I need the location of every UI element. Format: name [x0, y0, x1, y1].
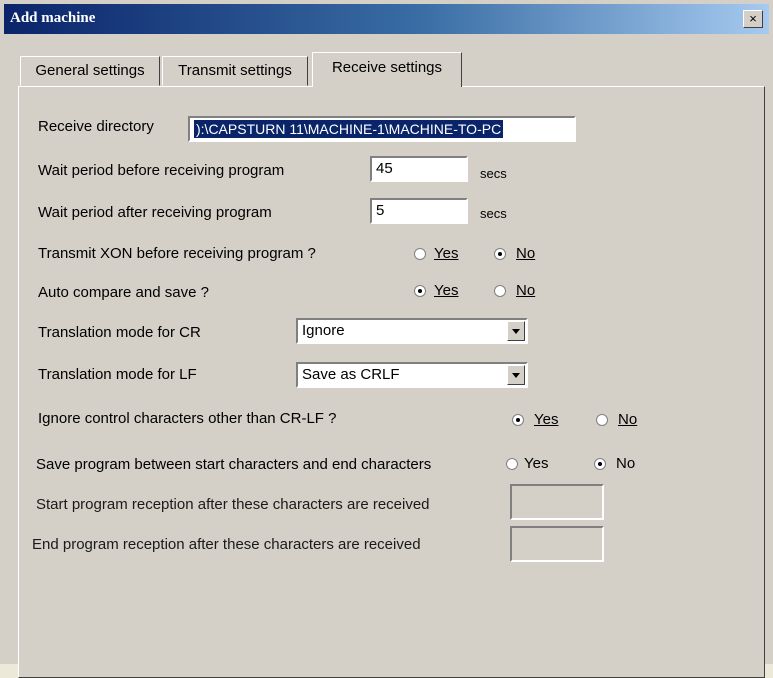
wait-before-input[interactable]: 45 — [370, 156, 468, 182]
save-between-yes-label[interactable]: Yes — [524, 455, 548, 472]
add-machine-dialog: Add machine × General settings Transmit … — [0, 0, 773, 678]
save-between-no-label[interactable]: No — [616, 455, 635, 472]
auto-compare-yes-label[interactable]: Yes — [434, 282, 458, 299]
wait-before-unit: secs — [480, 166, 507, 181]
auto-compare-no-radio[interactable] — [494, 285, 506, 297]
wait-after-label: Wait period after receiving program — [38, 204, 272, 221]
wait-after-unit: secs — [480, 206, 507, 221]
save-between-label: Save program between start characters an… — [36, 456, 432, 473]
end-characters-input[interactable] — [510, 526, 604, 562]
save-between-yes-radio[interactable] — [506, 458, 518, 470]
ignore-control-label: Ignore control characters other than CR-… — [38, 410, 337, 427]
ignore-control-yes-label[interactable]: Yes — [534, 411, 558, 428]
save-between-no-radio[interactable] — [594, 458, 606, 470]
end-characters-label: End program reception after these charac… — [32, 536, 421, 553]
xon-no-label[interactable]: No — [516, 245, 535, 262]
start-characters-label: Start program reception after these char… — [36, 496, 430, 513]
cr-translation-select[interactable]: Ignore — [296, 318, 528, 344]
auto-compare-no-label[interactable]: No — [516, 282, 535, 299]
xon-label: Transmit XON before receiving program ? — [38, 245, 316, 262]
ignore-control-no-label[interactable]: No — [618, 411, 637, 428]
cr-translation-label: Translation mode for CR — [38, 324, 201, 341]
start-characters-input[interactable] — [510, 484, 604, 520]
receive-directory-label: Receive directory — [38, 118, 154, 135]
cr-translation-value: Ignore — [302, 322, 345, 339]
lf-translation-label: Translation mode for LF — [38, 366, 197, 383]
chevron-down-icon[interactable] — [507, 365, 525, 385]
lf-translation-select[interactable]: Save as CRLF — [296, 362, 528, 388]
chevron-down-icon[interactable] — [507, 321, 525, 341]
auto-compare-label: Auto compare and save ? — [38, 284, 209, 301]
xon-yes-radio[interactable] — [414, 248, 426, 260]
wait-before-label: Wait period before receiving program — [38, 162, 285, 179]
receive-directory-value: ):\CAPSTURN 11\MACHINE-1\MACHINE-TO-PC — [194, 120, 504, 138]
ignore-control-yes-radio[interactable] — [512, 414, 524, 426]
lf-translation-value: Save as CRLF — [302, 366, 400, 383]
xon-no-radio[interactable] — [494, 248, 506, 260]
ignore-control-no-radio[interactable] — [596, 414, 608, 426]
xon-yes-label[interactable]: Yes — [434, 245, 458, 262]
receive-directory-input[interactable]: ):\CAPSTURN 11\MACHINE-1\MACHINE-TO-PC — [188, 116, 576, 142]
wait-after-input[interactable]: 5 — [370, 198, 468, 224]
auto-compare-yes-radio[interactable] — [414, 285, 426, 297]
